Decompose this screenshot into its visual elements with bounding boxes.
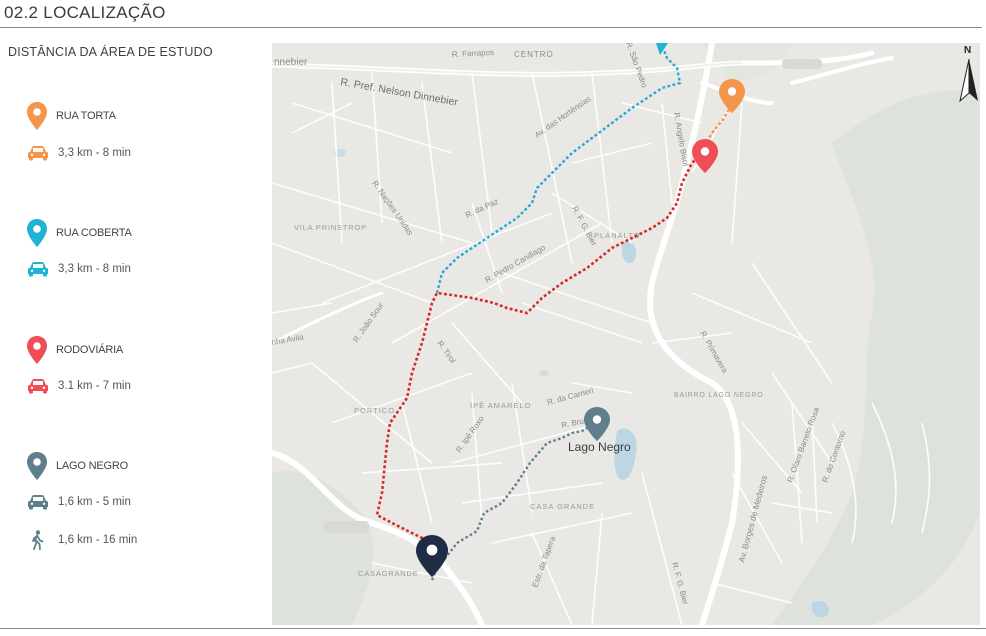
green-area xyxy=(772,90,980,625)
legend-label: LAGO NEGRO xyxy=(56,460,128,472)
car-icon xyxy=(28,379,48,394)
street-label: IPÊ AMARELO xyxy=(470,401,531,410)
street-label: R. F. G. Bier xyxy=(570,205,599,248)
legend-label: RUA COBERTA xyxy=(56,227,132,239)
legend-item-lago-negro: LAGO NEGRO xyxy=(26,451,128,481)
street-label: R. Nações Unidas xyxy=(370,179,414,237)
car-icon xyxy=(28,495,48,510)
street-label: R. Primavera xyxy=(698,330,729,375)
legend-distance: 3,3 km - 8 min xyxy=(58,263,131,275)
pin-icon xyxy=(27,452,47,480)
route-rodoviaria xyxy=(375,152,703,545)
footer-divider xyxy=(0,628,986,629)
street-label: BAIRRO LAGO NEGRO xyxy=(674,392,763,399)
legend-distance: 1,6 km - 16 min xyxy=(58,534,138,546)
street-label: Av. Borges de Medeiros xyxy=(736,474,769,563)
legend-title: DISTÂNCIA DA ÁREA DE ESTUDO xyxy=(8,45,213,59)
legend-label: RUA TORTA xyxy=(56,110,116,122)
road-block xyxy=(324,521,369,533)
street-label: VILA PRINSTROP xyxy=(294,223,367,232)
street-label: R. F. G. Bier xyxy=(670,561,690,606)
marker-study-area[interactable] xyxy=(416,535,448,577)
legend-mode-row: 1,6 km - 16 min xyxy=(29,530,137,550)
legend-item-rua-coberta: RUA COBERTA xyxy=(26,218,132,248)
road-block xyxy=(782,59,822,69)
street-label: CASAGRANDE xyxy=(358,569,419,578)
legend-mode-row: 3,3 km - 8 min xyxy=(26,145,131,161)
legend-mode-row: 1,6 km - 5 min xyxy=(26,494,131,510)
street-label: R. Olaro Barreto Rosa xyxy=(785,406,821,484)
street-label: R. João Sour xyxy=(351,300,385,344)
north-arrow: N xyxy=(958,45,980,103)
legend-item-rua-torta: RUA TORTA xyxy=(26,101,116,131)
map-canvas: nnebier R. Pref. Nelson Dinnebier R. Far… xyxy=(272,43,980,625)
car-icon xyxy=(28,262,48,277)
street-label: R. do Contorno xyxy=(820,429,847,484)
street-label: R. Pedro Candiago xyxy=(484,243,548,285)
street-label: CASA GRANDE xyxy=(530,502,595,511)
lake xyxy=(614,428,637,480)
pin-icon xyxy=(27,102,47,130)
street-label: CENTRO xyxy=(514,50,554,59)
lake xyxy=(621,241,637,264)
legend-distance: 3.1 km - 7 min xyxy=(58,380,131,392)
legend-distance: 1,6 km - 5 min xyxy=(58,496,131,508)
street-label: nnebier xyxy=(274,57,308,68)
street-label: R. Pref. Nelson Dinnebier xyxy=(339,76,459,109)
street-label: PORTICO xyxy=(354,406,395,415)
legend-mode-row: 3,3 km - 8 min xyxy=(26,261,131,277)
street-label: R. da Paz xyxy=(464,197,500,220)
legend-label: RODOVIÁRIA xyxy=(56,344,124,356)
street-label: R. Farrapos xyxy=(452,48,495,59)
north-label: N xyxy=(964,45,972,56)
street-label: R. Ipê Roxo xyxy=(454,414,486,454)
pin-icon xyxy=(27,219,47,247)
lake xyxy=(539,370,549,376)
legend-distance: 3,3 km - 8 min xyxy=(58,147,131,159)
pin-icon xyxy=(27,336,47,364)
marker-lago-negro[interactable] xyxy=(584,407,610,441)
street-label: R. Tirol xyxy=(435,339,457,365)
street-label: nha Avila xyxy=(272,332,305,347)
marker-label-lago-negro: Lago Negro xyxy=(568,440,631,454)
car-icon xyxy=(28,146,48,161)
map-view[interactable]: nnebier R. Pref. Nelson Dinnebier R. Far… xyxy=(272,43,980,625)
legend-item-rodoviaria: RODOVIÁRIA xyxy=(26,335,123,365)
street-label: PLANALTO xyxy=(594,231,641,240)
page-title: 02.2 LOCALIZAÇÃO xyxy=(4,3,166,22)
marker-rodoviaria[interactable] xyxy=(692,139,718,173)
legend-mode-row: 3.1 km - 7 min xyxy=(26,378,131,394)
north-arrow-icon xyxy=(959,58,978,103)
street-label: R. São Pedro xyxy=(624,43,649,89)
street-label: R. da Carrieri xyxy=(546,386,594,407)
green-area xyxy=(272,471,373,625)
walk-icon xyxy=(32,530,44,550)
header-divider xyxy=(0,27,982,28)
